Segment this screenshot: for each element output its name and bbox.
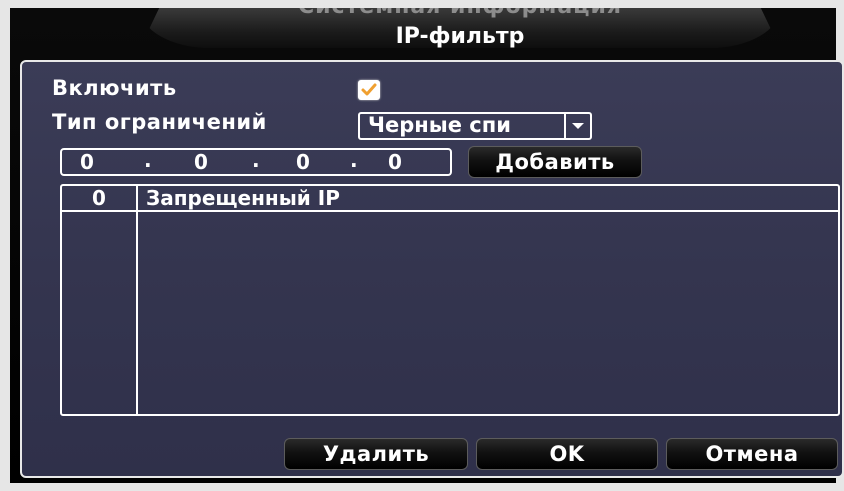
- ip-octet-3[interactable]: 0: [296, 150, 310, 174]
- restriction-type-value: Черные спи: [368, 113, 511, 137]
- column-divider: [136, 186, 138, 414]
- blocked-ip-column-header: Запрещенный IP: [146, 186, 340, 210]
- cancel-button[interactable]: Отмена: [666, 438, 838, 470]
- restriction-type-label: Тип ограничений: [52, 110, 267, 134]
- background-title: Системная информация: [297, 0, 623, 19]
- ip-separator: .: [252, 148, 260, 172]
- enable-checkbox[interactable]: [358, 80, 380, 100]
- checkmark-icon: [361, 83, 377, 96]
- blocked-ip-table: 0 Запрещенный IP: [60, 184, 840, 416]
- enable-label: Включить: [52, 76, 177, 100]
- dialog-title: IP-фильтр: [395, 24, 525, 49]
- header-divider: [62, 210, 838, 212]
- ip-separator: .: [350, 148, 358, 172]
- ip-octet-1[interactable]: 0: [80, 150, 94, 174]
- ip-address-input[interactable]: 0 . 0 . 0 . 0: [60, 148, 452, 176]
- title-bar: Системная информация IP-фильтр: [140, 8, 780, 48]
- ok-button[interactable]: OK: [476, 438, 658, 470]
- ip-filter-panel: Включить Тип ограничений Черные спи 0 . …: [20, 60, 844, 478]
- ip-octet-2[interactable]: 0: [194, 150, 208, 174]
- add-button[interactable]: Добавить: [468, 146, 642, 178]
- delete-button[interactable]: Удалить: [284, 438, 468, 470]
- row-count: 0: [92, 186, 106, 210]
- ip-separator: .: [144, 148, 152, 172]
- ip-octet-4[interactable]: 0: [388, 150, 402, 174]
- ip-filter-window: Системная информация IP-фильтр Включить …: [10, 8, 844, 483]
- chevron-down-icon[interactable]: [564, 114, 590, 138]
- restriction-type-select[interactable]: Черные спи: [358, 112, 592, 140]
